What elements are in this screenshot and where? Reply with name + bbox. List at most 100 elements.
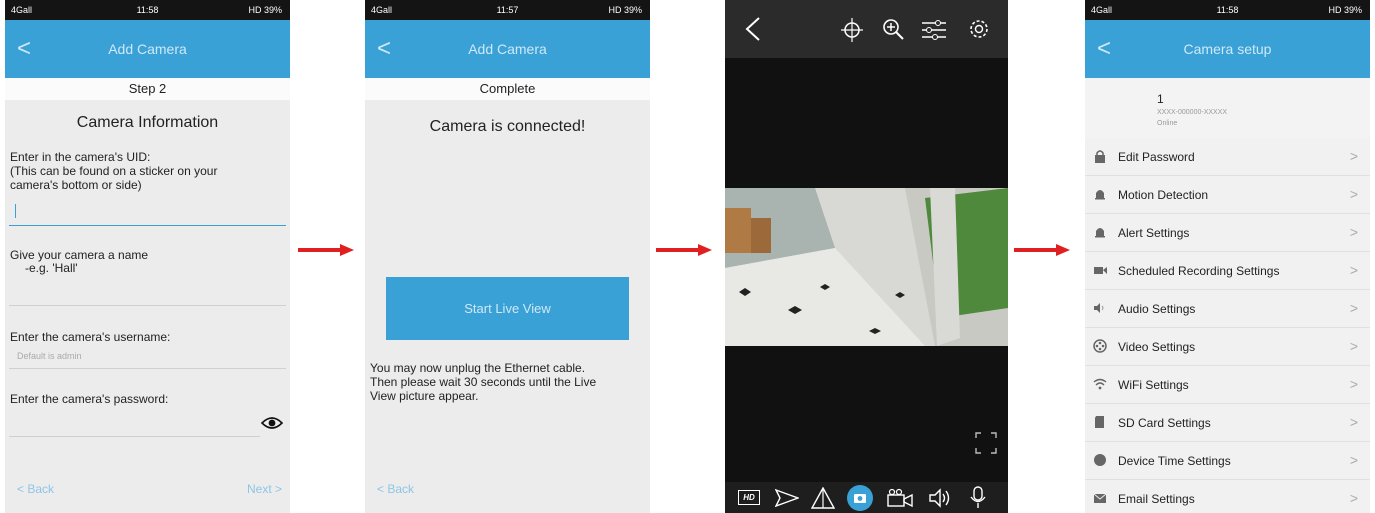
camera-setup-screen: 4Gall 11:58 HD 39% < Camera setup 1 XXXX…: [1085, 0, 1370, 513]
camera-name: 1: [1157, 92, 1164, 106]
add-camera-complete-screen: 4Gall 11:57 HD 39% < Add Camera Complete…: [365, 0, 650, 513]
uid-input-underline: [9, 225, 286, 226]
chevron-right-icon: >: [1349, 338, 1358, 354]
settings-item-alert-settings[interactable]: Alert Settings >: [1085, 214, 1370, 252]
flow-arrow-3: [1014, 244, 1070, 256]
step-indicator: Complete: [365, 78, 650, 100]
wifi-icon: [1093, 378, 1107, 390]
settings-item-label: Alert Settings: [1118, 226, 1190, 240]
status-time: 11:57: [496, 5, 519, 15]
mail-icon: [1093, 493, 1107, 503]
zoom-in-icon[interactable]: [882, 18, 904, 40]
back-link[interactable]: < Back: [17, 482, 54, 496]
uid-input[interactable]: [9, 196, 286, 224]
password-input-underline: [9, 436, 260, 437]
settings-item-email[interactable]: Email Settings >: [1085, 480, 1370, 513]
sdcard-icon: [1095, 416, 1104, 428]
ptz-icon[interactable]: [841, 18, 863, 42]
camera-profile: 1 XXXX-000000-XXXXX Online: [1085, 78, 1370, 138]
record-icon[interactable]: [887, 488, 913, 508]
back-icon[interactable]: [745, 16, 761, 42]
password-label: Enter the camera's password:: [10, 392, 169, 406]
lock-icon: [1095, 150, 1105, 163]
password-input[interactable]: [9, 410, 260, 434]
camera-info-form: Camera Information Enter in the camera's…: [5, 100, 290, 513]
chevron-right-icon: >: [1349, 414, 1358, 430]
settings-item-motion-detection[interactable]: Motion Detection >: [1085, 176, 1370, 214]
settings-item-edit-password[interactable]: Edit Password >: [1085, 138, 1370, 176]
uid-help-2: camera's bottom or side): [10, 178, 142, 192]
complete-panel: Camera is connected! Start Live View You…: [365, 100, 650, 513]
speaker-icon[interactable]: [928, 488, 952, 508]
settings-item-scheduled-recording[interactable]: Scheduled Recording Settings >: [1085, 252, 1370, 290]
info-line-3: View picture appear.: [370, 389, 479, 403]
settings-item-label: SD Card Settings: [1118, 416, 1211, 430]
camera-image: [725, 188, 1008, 346]
eye-icon[interactable]: [261, 416, 283, 430]
settings-item-label: Motion Detection: [1118, 188, 1209, 202]
name-input-underline: [9, 305, 286, 306]
back-link[interactable]: < Back: [377, 482, 414, 496]
send-icon[interactable]: [775, 488, 799, 508]
settings-item-device-time[interactable]: Device Time Settings >: [1085, 442, 1370, 480]
fullscreen-icon[interactable]: [975, 432, 997, 454]
form-heading: Camera Information: [76, 114, 219, 131]
chevron-right-icon: >: [1349, 452, 1358, 468]
name-input[interactable]: [9, 278, 286, 304]
username-input[interactable]: Default is admin: [17, 351, 82, 361]
username-input-underline: [9, 368, 286, 369]
chevron-right-icon: >: [1349, 376, 1358, 392]
battery-indicator: HD 39%: [248, 5, 282, 15]
chevron-right-icon: >: [1349, 186, 1358, 202]
chevron-right-icon: >: [1349, 224, 1358, 240]
settings-item-label: Audio Settings: [1118, 302, 1196, 316]
bell-icon: [1095, 190, 1105, 200]
chevron-right-icon: >: [1349, 300, 1358, 316]
page-title: Camera setup: [1183, 41, 1272, 57]
next-link[interactable]: Next >: [247, 482, 282, 496]
status-bar: 4Gall 11:58 HD 39%: [1085, 0, 1370, 20]
text-cursor: [15, 204, 16, 218]
chevron-right-icon: >: [1349, 148, 1358, 164]
info-line-1: You may now unplug the Ethernet cable.: [370, 361, 586, 375]
connected-message: Camera is connected!: [429, 118, 586, 135]
settings-item-sd-card[interactable]: SD Card Settings >: [1085, 404, 1370, 442]
settings-item-audio[interactable]: Audio Settings >: [1085, 290, 1370, 328]
bell-icon: [1095, 228, 1105, 238]
username-label: Enter the camera's username:: [10, 330, 171, 344]
uid-label: Enter in the camera's UID:: [10, 150, 151, 164]
speaker-icon: [1094, 303, 1104, 313]
hd-icon[interactable]: HD: [738, 490, 760, 505]
status-bar: 4Gall 11:58 HD 39%: [5, 0, 290, 20]
settings-item-label: Video Settings: [1118, 340, 1196, 354]
status-time: 11:58: [1216, 5, 1239, 15]
video-icon: [1094, 267, 1107, 274]
nav-bar: < Add Camera: [365, 20, 650, 78]
film-icon: [1093, 339, 1107, 353]
start-live-view-button[interactable]: Start Live View: [386, 277, 629, 340]
live-view-screen: HD: [725, 0, 1008, 513]
flow-arrow-1: [298, 244, 354, 256]
flip-icon[interactable]: [811, 487, 835, 509]
settings-icon[interactable]: [967, 17, 991, 41]
settings-item-video[interactable]: Video Settings >: [1085, 328, 1370, 366]
page-title: Add Camera: [108, 41, 187, 57]
chevron-right-icon: >: [1349, 262, 1358, 278]
nav-bar: < Camera setup: [1085, 20, 1370, 78]
snapshot-icon[interactable]: [846, 484, 874, 512]
settings-item-label: Edit Password: [1118, 150, 1195, 164]
battery-indicator: HD 39%: [608, 5, 642, 15]
settings-item-label: Device Time Settings: [1118, 454, 1231, 468]
name-example: -e.g. 'Hall': [25, 261, 78, 275]
page-title: Add Camera: [468, 41, 547, 57]
settings-item-label: Email Settings: [1118, 492, 1195, 506]
live-video-feed[interactable]: [725, 188, 1008, 346]
step-indicator: Step 2: [5, 78, 290, 100]
adjust-icon[interactable]: [922, 20, 946, 40]
live-view-toolbar: [725, 0, 1008, 58]
status-time: 11:58: [136, 5, 159, 15]
settings-item-label: Scheduled Recording Settings: [1118, 264, 1280, 278]
info-line-2: Then please wait 30 seconds until the Li…: [370, 375, 597, 389]
mic-icon[interactable]: [969, 486, 987, 510]
settings-item-wifi[interactable]: WiFi Settings >: [1085, 366, 1370, 404]
